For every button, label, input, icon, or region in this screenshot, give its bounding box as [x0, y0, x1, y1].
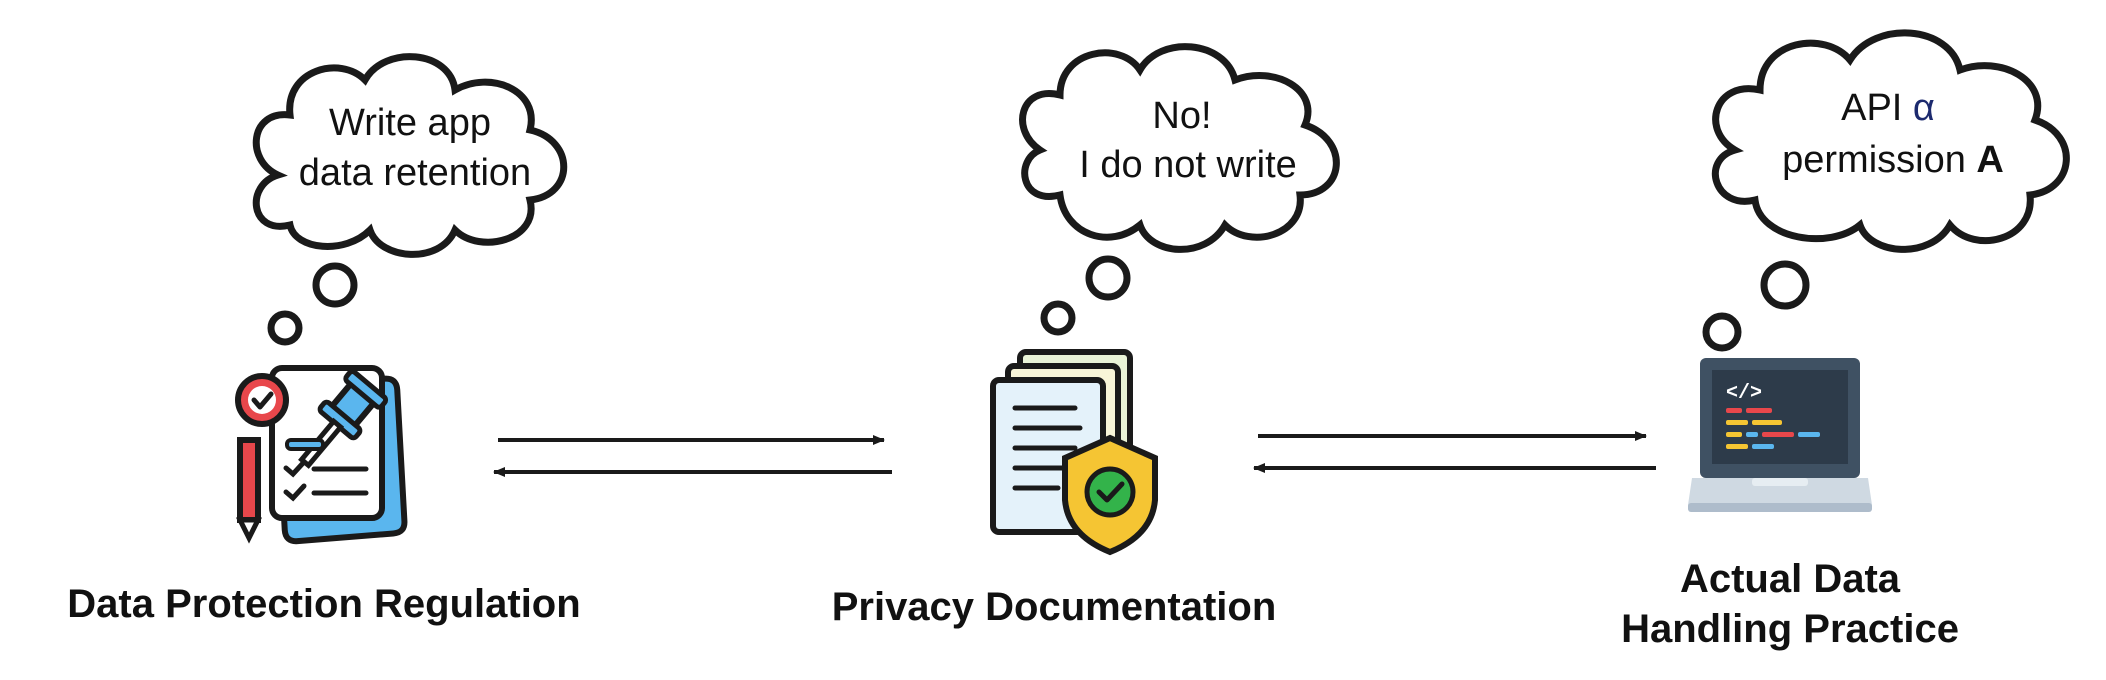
- arrows-regulation-documentation: [493, 435, 892, 477]
- thought-bubble-small: [1702, 312, 1742, 352]
- laptop-code-icon: </>: [1688, 358, 1872, 512]
- thought-plain-text: API: [1841, 87, 1913, 129]
- regulation-thought-line-1: Write app: [329, 102, 491, 144]
- thought-bubble-small: [1040, 300, 1076, 336]
- privacy-shield-document-icon: [990, 349, 1158, 556]
- documentation-thought-line-1: No!: [1152, 95, 1211, 137]
- thought-bubble-large: [1760, 260, 1810, 310]
- thought-bubble-small: [267, 310, 303, 346]
- thought-cloud-documentation: No! I do not write: [1019, 43, 1340, 336]
- thought-greek-alpha: α: [1913, 87, 1935, 129]
- diagram-canvas: Write app data retention No! I do not wr…: [67, 29, 2070, 651]
- practice-label-line-2: Handling Practice: [1621, 607, 1959, 651]
- arrows-documentation-practice: [1253, 431, 1656, 473]
- regulation-label: Data Protection Regulation: [67, 582, 580, 626]
- documentation-thought-line-2: I do not write: [1079, 144, 1297, 186]
- legal-document-gavel-icon: [235, 365, 408, 545]
- practice-thought-line-1: API α: [1841, 87, 1935, 129]
- svg-text:</>: </>: [1726, 382, 1762, 405]
- practice-thought-line-2: permission A: [1782, 139, 2004, 181]
- practice-label-line-1: Actual Data: [1680, 557, 1901, 601]
- thought-bubble-large: [1085, 255, 1131, 301]
- thought-cloud-practice: API α permission A: [1702, 29, 2070, 352]
- thought-plain-text: permission: [1782, 139, 1976, 181]
- regulation-thought-line-2: data retention: [299, 152, 531, 194]
- thought-bubble-large: [312, 262, 358, 308]
- thought-cloud-regulation: Write app data retention: [252, 53, 568, 346]
- thought-bold-letter: A: [1976, 139, 2003, 181]
- documentation-label: Privacy Documentation: [832, 585, 1277, 629]
